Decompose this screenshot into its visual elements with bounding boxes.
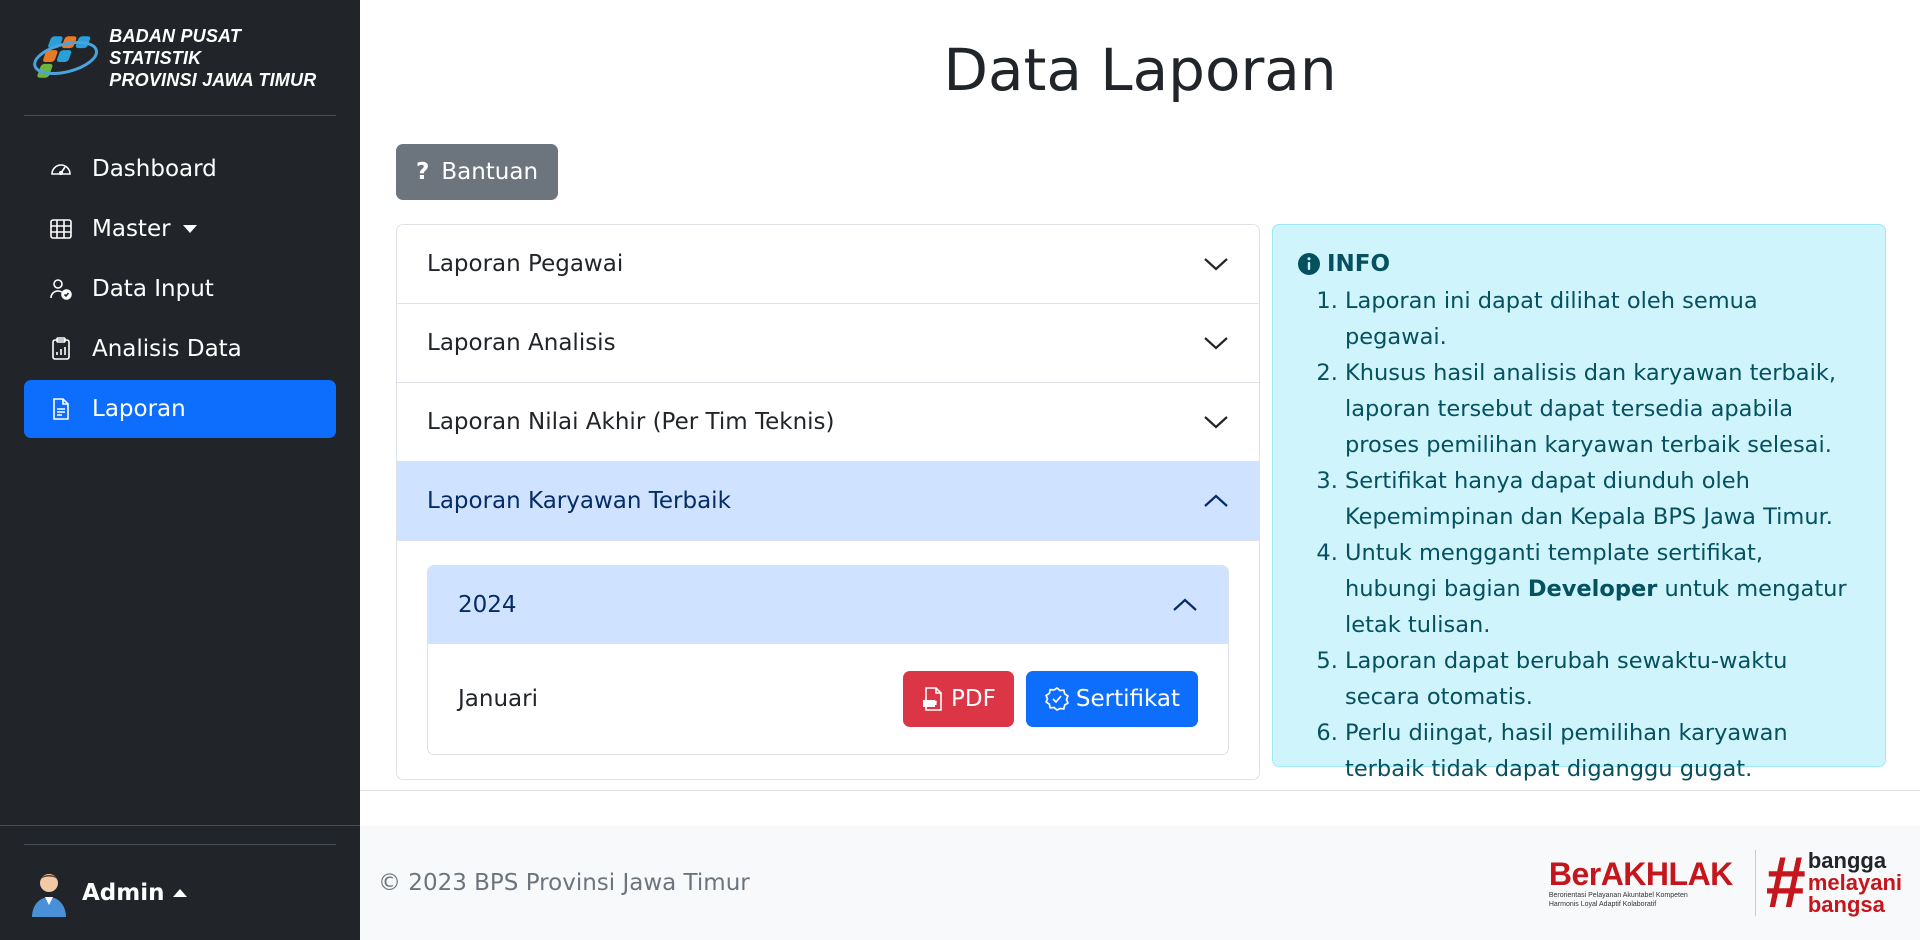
user-name: Admin	[82, 879, 165, 906]
accordion-label: Laporan Nilai Akhir (Per Tim Teknis)	[427, 409, 835, 435]
footer-badges: BerAKHLAK Berorientasi Pelayanan Akuntab…	[1549, 843, 1902, 923]
accordion-header-laporan-karyawan-terbaik[interactable]: Laporan Karyawan Terbaik	[397, 462, 1259, 541]
speedometer-icon	[48, 156, 74, 182]
sidebar-item-analisis-data[interactable]: Analisis Data	[24, 320, 336, 378]
file-pdf-icon: PDF	[923, 687, 942, 711]
chevron-down-icon	[1204, 258, 1228, 271]
help-button[interactable]: ? Bantuan	[396, 144, 559, 200]
brand[interactable]: BADAN PUSAT STATISTIK PROVINSI JAWA TIMU…	[24, 0, 336, 116]
user-menu[interactable]: Admin	[24, 844, 336, 940]
sidebar-item-laporan[interactable]: Laporan	[24, 380, 336, 438]
sidebar-nav: Dashboard Master Data Input Analisis Dat…	[0, 116, 360, 438]
year-accordion: 2024 Januari PDF PDF Sertifikat	[427, 565, 1229, 755]
main-content: Data Laporan ? Bantuan Laporan Pegawai L…	[360, 0, 1920, 940]
bangga-line-1: bangga	[1807, 848, 1887, 873]
sidebar-item-master[interactable]: Master	[24, 200, 336, 258]
bangga-text: bangga melayani bangsa	[1808, 850, 1902, 916]
chevron-up-icon	[1173, 598, 1197, 611]
accordion-header-laporan-pegawai[interactable]: Laporan Pegawai	[397, 225, 1259, 304]
file-text-icon	[48, 396, 74, 422]
info-circle-icon	[1298, 253, 1320, 275]
accordion-label: Laporan Analisis	[427, 330, 616, 356]
berakhlak-tagline-1: Berorientasi Pelayanan Akuntabel Kompete…	[1548, 892, 1688, 899]
bangga-line-2: melayani	[1807, 870, 1902, 895]
sidebar-item-label: Master	[92, 216, 171, 242]
accordion-body-karyawan-terbaik: 2024 Januari PDF PDF Sertifikat	[397, 541, 1259, 779]
berakhlak-logo: BerAKHLAK Berorientasi Pelayanan Akuntab…	[1549, 857, 1733, 909]
help-button-label: Bantuan	[441, 159, 539, 185]
bangga-line-3: bangsa	[1807, 892, 1885, 917]
info-panel: INFO Laporan ini dapat dilihat oleh semu…	[1272, 224, 1886, 782]
bangga-melayani-bangsa-logo: # bangga melayani bangsa	[1765, 843, 1902, 923]
info-item: Laporan ini dapat dilihat oleh semua peg…	[1345, 283, 1861, 355]
question-icon: ?	[416, 159, 430, 185]
berakhlak-tagline-2: Harmonis Loyal Adaptif Kolaboratif	[1548, 901, 1657, 908]
sidebar-item-label: Laporan	[92, 396, 186, 422]
info-item: Sertifikat hanya dapat diunduh oleh Kepe…	[1345, 463, 1861, 535]
month-actions: PDF PDF Sertifikat	[903, 671, 1198, 727]
person-check-icon	[48, 276, 74, 302]
copyright: © 2023 BPS Provinsi Jawa Timur	[378, 870, 750, 896]
bps-logo-icon	[33, 35, 98, 78]
pdf-button[interactable]: PDF PDF	[903, 671, 1014, 727]
info-item: Untuk mengganti template sertifikat, hub…	[1345, 535, 1861, 643]
month-row: Januari PDF PDF Sertifikat	[428, 644, 1228, 754]
badge-separator	[1754, 850, 1756, 916]
chevron-down-icon	[182, 225, 197, 233]
sidebar-item-data-input[interactable]: Data Input	[24, 260, 336, 318]
hash-icon: #	[1765, 843, 1806, 923]
brand-name: BADAN PUSAT STATISTIK PROVINSI JAWA TIMU…	[109, 25, 336, 91]
info-title: INFO	[1297, 251, 1861, 277]
footer-divider	[360, 790, 1920, 791]
patch-check-icon	[1044, 686, 1069, 712]
accordion-header-year[interactable]: 2024	[428, 566, 1228, 644]
sidebar: BADAN PUSAT STATISTIK PROVINSI JAWA TIMU…	[0, 0, 360, 940]
certificate-button-label: Sertifikat	[1075, 686, 1180, 712]
brand-line-1: BADAN PUSAT STATISTIK	[109, 25, 242, 68]
svg-text:PDF: PDF	[924, 702, 936, 708]
chevron-up-icon	[172, 888, 187, 897]
accordion-header-laporan-nilai-akhir[interactable]: Laporan Nilai Akhir (Per Tim Teknis)	[397, 383, 1259, 462]
info-item-bold: Developer	[1527, 576, 1658, 602]
info-item: Perlu diingat, hasil pemilihan karyawan …	[1345, 715, 1861, 787]
info-item: Laporan dapat berubah sewaktu-waktu seca…	[1345, 643, 1861, 715]
year-label: 2024	[458, 591, 517, 618]
sidebar-item-label: Dashboard	[92, 156, 217, 182]
accordion-label: Laporan Karyawan Terbaik	[427, 488, 731, 514]
avatar	[32, 873, 66, 917]
sidebar-item-dashboard[interactable]: Dashboard	[24, 140, 336, 198]
brand-line-2: PROVINSI JAWA TIMUR	[109, 69, 317, 90]
sidebar-item-label: Analisis Data	[92, 336, 242, 362]
sidebar-item-label: Data Input	[92, 276, 214, 302]
info-list: Laporan ini dapat dilihat oleh semua peg…	[1297, 283, 1861, 787]
report-accordion: Laporan Pegawai Laporan Analisis Laporan…	[396, 224, 1260, 780]
berakhlak-word: BerAKHLAK	[1548, 856, 1733, 892]
accordion-label: Laporan Pegawai	[427, 251, 624, 277]
clipboard-chart-icon	[48, 336, 74, 362]
month-label: Januari	[458, 686, 538, 712]
chevron-down-icon	[1204, 337, 1228, 350]
sidebar-divider	[0, 825, 360, 826]
certificate-button[interactable]: Sertifikat	[1025, 671, 1198, 727]
chevron-up-icon	[1204, 494, 1228, 507]
info-title-text: INFO	[1327, 251, 1391, 277]
info-item: Khusus hasil analisis dan karyawan terba…	[1345, 355, 1861, 463]
chevron-down-icon	[1204, 416, 1228, 429]
accordion-header-laporan-analisis[interactable]: Laporan Analisis	[397, 304, 1259, 383]
table-icon	[48, 216, 74, 242]
footer: © 2023 BPS Provinsi Jawa Timur BerAKHLAK…	[360, 826, 1920, 940]
pdf-button-label: PDF	[951, 686, 996, 712]
page-title: Data Laporan	[943, 36, 1337, 104]
